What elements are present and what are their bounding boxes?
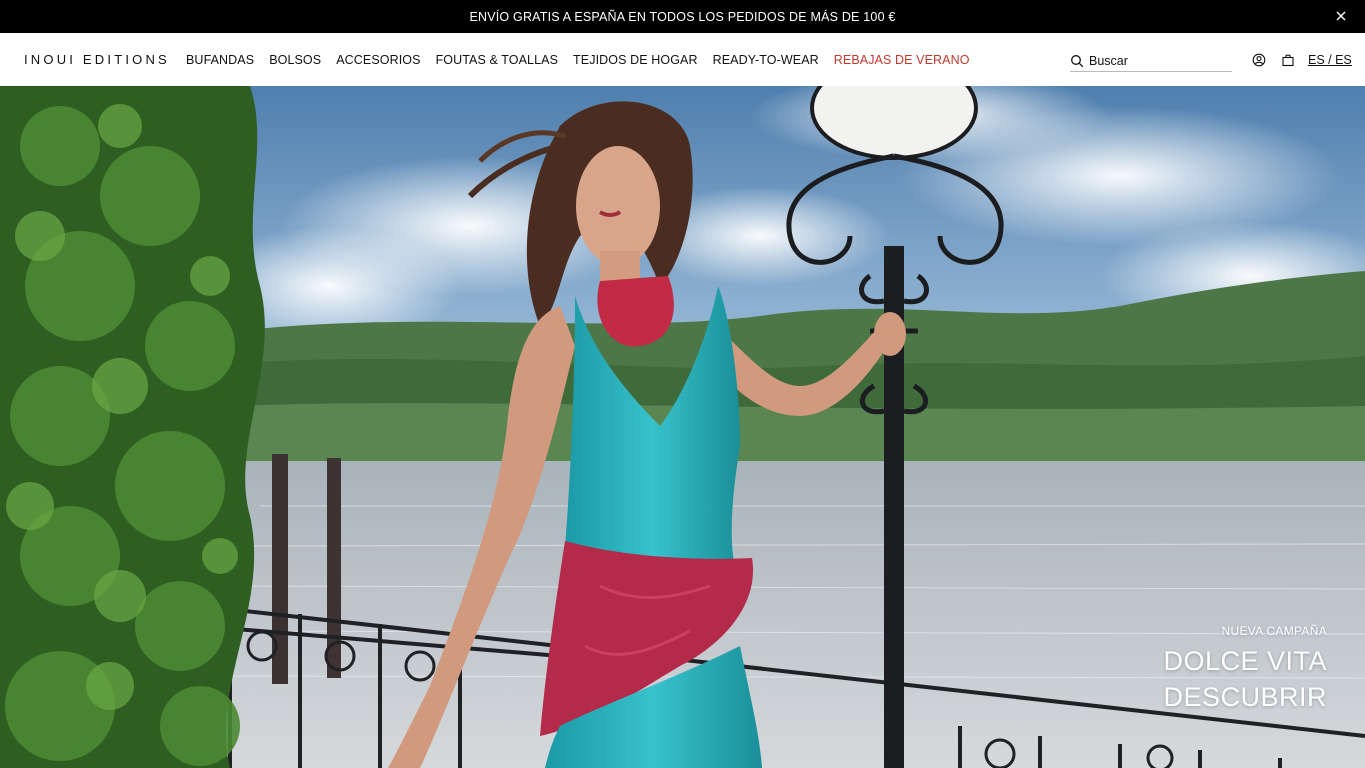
user-icon[interactable] — [1252, 53, 1266, 67]
hero-eyebrow: NUEVA CAMPAÑA — [1221, 624, 1327, 638]
search-box — [1070, 50, 1232, 72]
main-nav: BUFANDAS BOLSOS ACCESORIOS FOUTAS & TOAL… — [186, 53, 985, 67]
announcement-text: ENVÍO GRATIS A ESPAÑA EN TODOS LOS PEDID… — [469, 9, 896, 24]
search-icon[interactable] — [1070, 54, 1084, 68]
nav-item-tejidos-de-hogar[interactable]: TEJIDOS DE HOGAR — [573, 53, 698, 67]
nav-item-ready-to-wear[interactable]: READY-TO-WEAR — [713, 53, 819, 67]
hero-image — [0, 86, 1365, 768]
hero-cta-button[interactable]: DESCUBRIR — [1163, 678, 1327, 716]
site-header: INOUI EDITIONS BUFANDAS BOLSOS ACCESORIO… — [0, 33, 1365, 86]
bag-icon[interactable] — [1281, 53, 1295, 67]
hero-text: NUEVA CAMPAÑA DOLCE VITA DESCUBRIR — [1163, 624, 1327, 716]
nav-item-bolsos[interactable]: BOLSOS — [269, 53, 321, 67]
nav-item-bufandas[interactable]: BUFANDAS — [186, 53, 254, 67]
nav-item-rebajas-de-verano[interactable]: REBAJAS DE VERANO — [834, 53, 970, 67]
close-icon[interactable] — [1333, 8, 1349, 24]
logo[interactable]: INOUI EDITIONS — [24, 52, 170, 67]
search-input[interactable] — [1089, 53, 1229, 68]
nav-item-foutas-toallas[interactable]: FOUTAS & TOALLAS — [436, 53, 558, 67]
hero-title: DOLCE VITA — [1163, 646, 1327, 676]
announcement-bar: ENVÍO GRATIS A ESPAÑA EN TODOS LOS PEDID… — [0, 0, 1365, 33]
hero-banner[interactable]: NUEVA CAMPAÑA DOLCE VITA DESCUBRIR — [0, 86, 1365, 768]
language-selector[interactable]: ES / ES — [1308, 53, 1352, 67]
nav-item-accesorios[interactable]: ACCESORIOS — [336, 53, 420, 67]
